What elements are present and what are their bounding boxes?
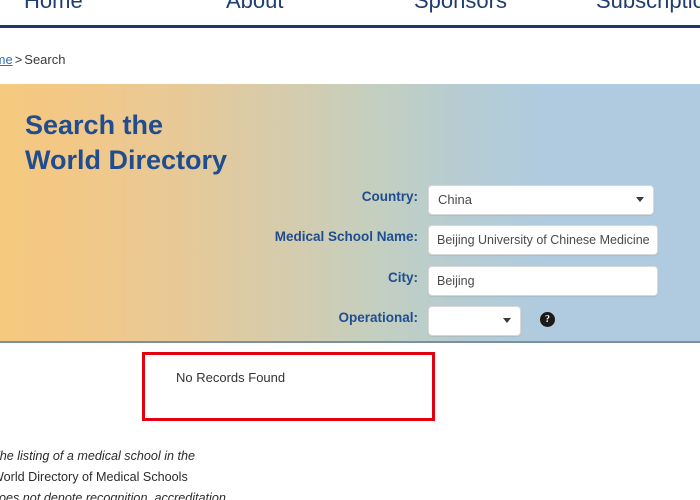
- label-city: City:: [388, 270, 418, 285]
- form-row-country: Country: China: [250, 185, 654, 215]
- disclaimer-line-1: The listing of a medical school in the W…: [0, 446, 700, 500]
- form-row-operational: Operational: ?: [250, 306, 555, 336]
- disclaimer-l1-b: World Directory of Medical Schools: [0, 470, 188, 484]
- nav-item-sponsors[interactable]: Sponsors: [414, 0, 507, 14]
- panel-title-line1: Search the: [25, 110, 164, 140]
- city-input[interactable]: [437, 267, 649, 295]
- breadcrumb-inner: Home>Search: [0, 52, 65, 67]
- top-navigation-inner: Home About Sponsors Subscription: [0, 0, 700, 25]
- panel-title-line2: World Directory: [25, 144, 228, 175]
- results-container: No Records Found: [142, 352, 435, 421]
- label-operational: Operational:: [338, 310, 418, 325]
- country-select[interactable]: China: [428, 185, 654, 215]
- disclaimer-l1-a: The listing of a medical school in the: [0, 449, 196, 463]
- search-panel: Search the World Directory Country: Chin…: [0, 84, 700, 343]
- nav-item-home[interactable]: Home: [24, 0, 83, 14]
- nav-item-subscription[interactable]: Subscription: [596, 0, 700, 14]
- disclaimer: The listing of a medical school in the W…: [0, 446, 700, 500]
- operational-select[interactable]: [428, 306, 521, 336]
- medical-school-name-field[interactable]: [428, 225, 658, 255]
- city-field[interactable]: [428, 266, 658, 296]
- label-country: Country:: [361, 189, 418, 204]
- breadcrumb: Home>Search: [0, 49, 700, 79]
- label-medical-school-name: Medical School Name:: [274, 229, 418, 244]
- chevron-down-icon: [503, 318, 511, 323]
- medical-school-name-input[interactable]: [437, 226, 649, 254]
- disclaimer-l1-c: does not denote recognition, accreditati…: [0, 491, 226, 500]
- question-mark-circle-icon[interactable]: ?: [540, 312, 555, 327]
- no-records-message: No Records Found: [176, 370, 286, 385]
- country-select-value: China: [438, 192, 472, 207]
- breadcrumb-separator: >: [14, 52, 23, 67]
- panel-title: Search the World Directory: [25, 108, 285, 177]
- breadcrumb-home-link[interactable]: Home: [0, 52, 13, 67]
- top-navigation-bar: Home About Sponsors Subscription: [0, 0, 700, 28]
- breadcrumb-current: Search: [24, 52, 66, 67]
- page-root: Home About Sponsors Subscription Home>Se…: [0, 0, 700, 500]
- disclaimer-text: The listing of a medical school in the W…: [0, 446, 700, 500]
- chevron-down-icon: [636, 197, 644, 202]
- nav-item-about[interactable]: About: [226, 0, 284, 14]
